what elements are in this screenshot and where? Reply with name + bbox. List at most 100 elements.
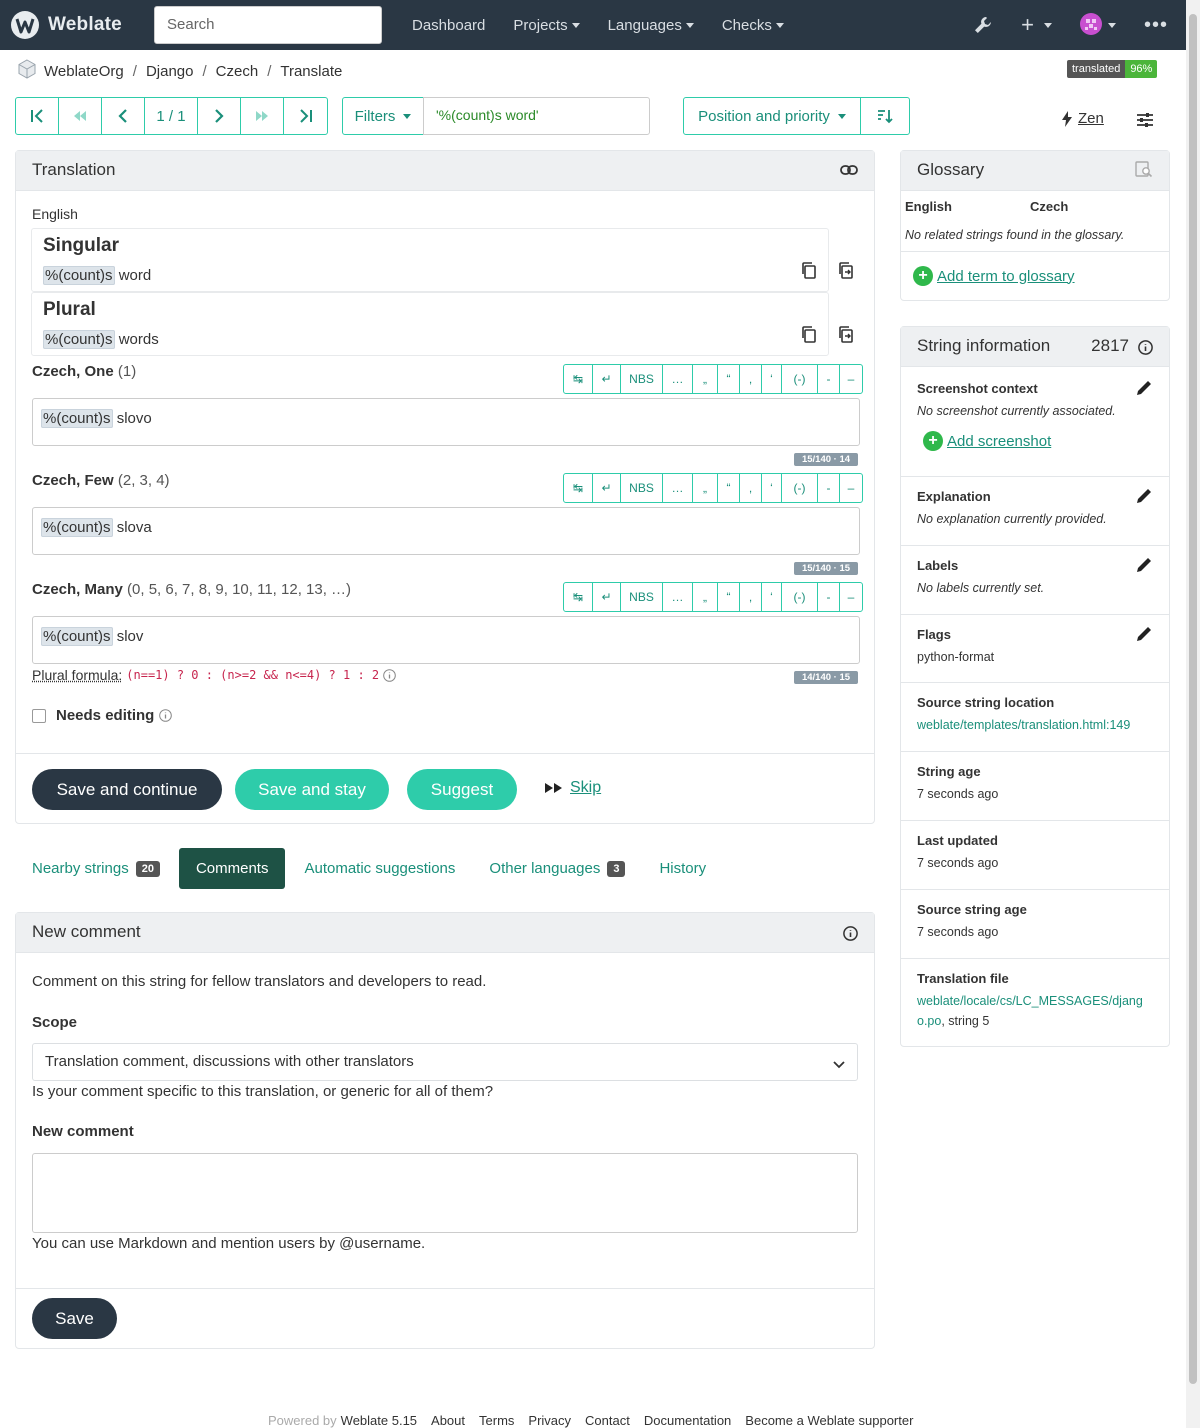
- save-and-stay-button[interactable]: Save and stay: [235, 769, 389, 810]
- pencil-icon[interactable]: [1135, 556, 1153, 577]
- save-and-continue-button[interactable]: Save and continue: [32, 769, 222, 810]
- next-page-button[interactable]: [241, 98, 284, 134]
- pencil-icon[interactable]: [1135, 625, 1153, 646]
- footer-about-link[interactable]: About: [431, 1413, 465, 1428]
- zen-mode-link[interactable]: Zen: [1062, 110, 1104, 127]
- link-icon[interactable]: [840, 162, 858, 182]
- suggest-button[interactable]: Suggest: [407, 769, 517, 810]
- char-nbsp-button[interactable]: NBS: [621, 474, 663, 502]
- translation-input-one[interactable]: %(count)s slovo: [32, 398, 860, 446]
- search-input[interactable]: Search: [154, 6, 382, 44]
- sort-direction-button[interactable]: [860, 97, 910, 135]
- add-term-link[interactable]: + Add term to glossary: [913, 266, 1075, 286]
- char-nbsp-button[interactable]: NBS: [621, 365, 663, 393]
- previous-button[interactable]: [102, 98, 145, 134]
- clone-to-translation-icon[interactable]: [837, 261, 855, 283]
- search-glossary-icon[interactable]: [1135, 161, 1153, 184]
- footer-documentation-link[interactable]: Documentation: [644, 1413, 731, 1428]
- char-newline-button[interactable]: ↵: [593, 474, 621, 502]
- char-endash-button[interactable]: –: [840, 474, 862, 502]
- scrollbar-thumb[interactable]: [1189, 14, 1197, 1384]
- breadcrumb-language[interactable]: Czech: [216, 63, 259, 80]
- tab-history[interactable]: History: [642, 848, 723, 889]
- char-minus-button[interactable]: (-): [782, 583, 818, 611]
- user-menu-button[interactable]: [1066, 12, 1130, 38]
- placeholder-highlight[interactable]: %(count)s: [43, 330, 115, 349]
- pencil-icon[interactable]: [1135, 379, 1153, 400]
- placeholder-highlight[interactable]: %(count)s: [41, 409, 113, 428]
- char-comma-button[interactable]: ,: [740, 365, 762, 393]
- save-comment-button[interactable]: Save: [32, 1298, 117, 1339]
- page-scrollbar[interactable]: [1186, 0, 1200, 1428]
- footer-supporter-link[interactable]: Become a Weblate supporter: [745, 1413, 913, 1428]
- char-tab-button[interactable]: ↹: [564, 365, 593, 393]
- copy-icon[interactable]: [800, 261, 817, 283]
- tab-nearby-strings[interactable]: Nearby strings 20: [15, 848, 177, 889]
- nav-checks[interactable]: Checks: [708, 17, 798, 34]
- translation-file-link[interactable]: weblate/locale/cs/LC_MESSAGES/djang: [917, 994, 1143, 1008]
- breadcrumb-project[interactable]: WeblateOrg: [44, 63, 124, 80]
- char-nbsp-button[interactable]: NBS: [621, 583, 663, 611]
- char-quote-high-button[interactable]: “: [718, 583, 740, 611]
- placeholder-highlight[interactable]: %(count)s: [43, 266, 115, 285]
- add-screenshot-link[interactable]: + Add screenshot: [923, 431, 1051, 451]
- char-single-quote-button[interactable]: ‘: [762, 583, 782, 611]
- char-hyphen-button[interactable]: -: [818, 583, 840, 611]
- char-newline-button[interactable]: ↵: [593, 583, 621, 611]
- char-endash-button[interactable]: –: [840, 365, 862, 393]
- char-tab-button[interactable]: ↹: [564, 474, 593, 502]
- tab-comments[interactable]: Comments: [178, 848, 286, 889]
- add-menu-button[interactable]: +: [1007, 14, 1066, 36]
- nav-dashboard[interactable]: Dashboard: [398, 17, 499, 34]
- clone-to-translation-icon[interactable]: [837, 325, 855, 347]
- char-minus-button[interactable]: (-): [782, 365, 818, 393]
- footer-terms-link[interactable]: Terms: [479, 1413, 514, 1428]
- char-minus-button[interactable]: (-): [782, 474, 818, 502]
- info-icon[interactable]: [383, 668, 396, 682]
- char-quote-low-button[interactable]: „: [693, 583, 718, 611]
- char-ellipsis-button[interactable]: …: [663, 583, 693, 611]
- char-ellipsis-button[interactable]: …: [663, 365, 693, 393]
- translation-input-few[interactable]: %(count)s slova: [32, 507, 860, 555]
- char-comma-button[interactable]: ,: [740, 583, 762, 611]
- breadcrumb-component[interactable]: Django: [146, 63, 194, 80]
- skip-link[interactable]: Skip: [544, 779, 601, 797]
- filters-dropdown[interactable]: Filters: [342, 97, 424, 135]
- brand[interactable]: Weblate: [10, 10, 122, 40]
- needs-editing-checkbox[interactable]: Needs editing: [32, 707, 173, 724]
- info-icon[interactable]: [1138, 340, 1153, 360]
- sort-dropdown[interactable]: Position and priority: [683, 97, 861, 135]
- placeholder-highlight[interactable]: %(count)s: [41, 627, 113, 646]
- char-newline-button[interactable]: ↵: [593, 365, 621, 393]
- footer-privacy-link[interactable]: Privacy: [528, 1413, 571, 1428]
- footer-contact-link[interactable]: Contact: [585, 1413, 630, 1428]
- info-icon[interactable]: [159, 709, 173, 722]
- weblate-version-link[interactable]: Weblate 5.15: [341, 1413, 417, 1428]
- char-endash-button[interactable]: –: [840, 583, 862, 611]
- placeholder-highlight[interactable]: %(count)s: [41, 518, 113, 537]
- pencil-icon[interactable]: [1135, 487, 1153, 508]
- copy-icon[interactable]: [800, 325, 817, 347]
- char-quote-high-button[interactable]: “: [718, 474, 740, 502]
- char-single-quote-button[interactable]: ‘: [762, 474, 782, 502]
- sliders-icon[interactable]: [1136, 112, 1154, 131]
- first-button[interactable]: [16, 98, 59, 134]
- comment-textarea[interactable]: [32, 1153, 858, 1233]
- nav-projects[interactable]: Projects: [499, 17, 593, 34]
- next-button[interactable]: [198, 98, 241, 134]
- tab-other-languages[interactable]: Other languages 3: [472, 848, 642, 889]
- translation-input-many[interactable]: %(count)s slov: [32, 616, 860, 664]
- char-quote-low-button[interactable]: „: [693, 474, 718, 502]
- previous-page-button[interactable]: [59, 98, 102, 134]
- wrench-icon[interactable]: [959, 15, 1007, 35]
- char-quote-high-button[interactable]: “: [718, 365, 740, 393]
- search-query-input[interactable]: '%(count)s word': [423, 97, 650, 135]
- nav-languages[interactable]: Languages: [594, 17, 708, 34]
- char-hyphen-button[interactable]: -: [818, 474, 840, 502]
- tab-automatic-suggestions[interactable]: Automatic suggestions: [287, 848, 472, 889]
- char-hyphen-button[interactable]: -: [818, 365, 840, 393]
- char-ellipsis-button[interactable]: …: [663, 474, 693, 502]
- char-tab-button[interactable]: ↹: [564, 583, 593, 611]
- status-badge[interactable]: translated 96%: [1067, 60, 1158, 78]
- char-comma-button[interactable]: ,: [740, 474, 762, 502]
